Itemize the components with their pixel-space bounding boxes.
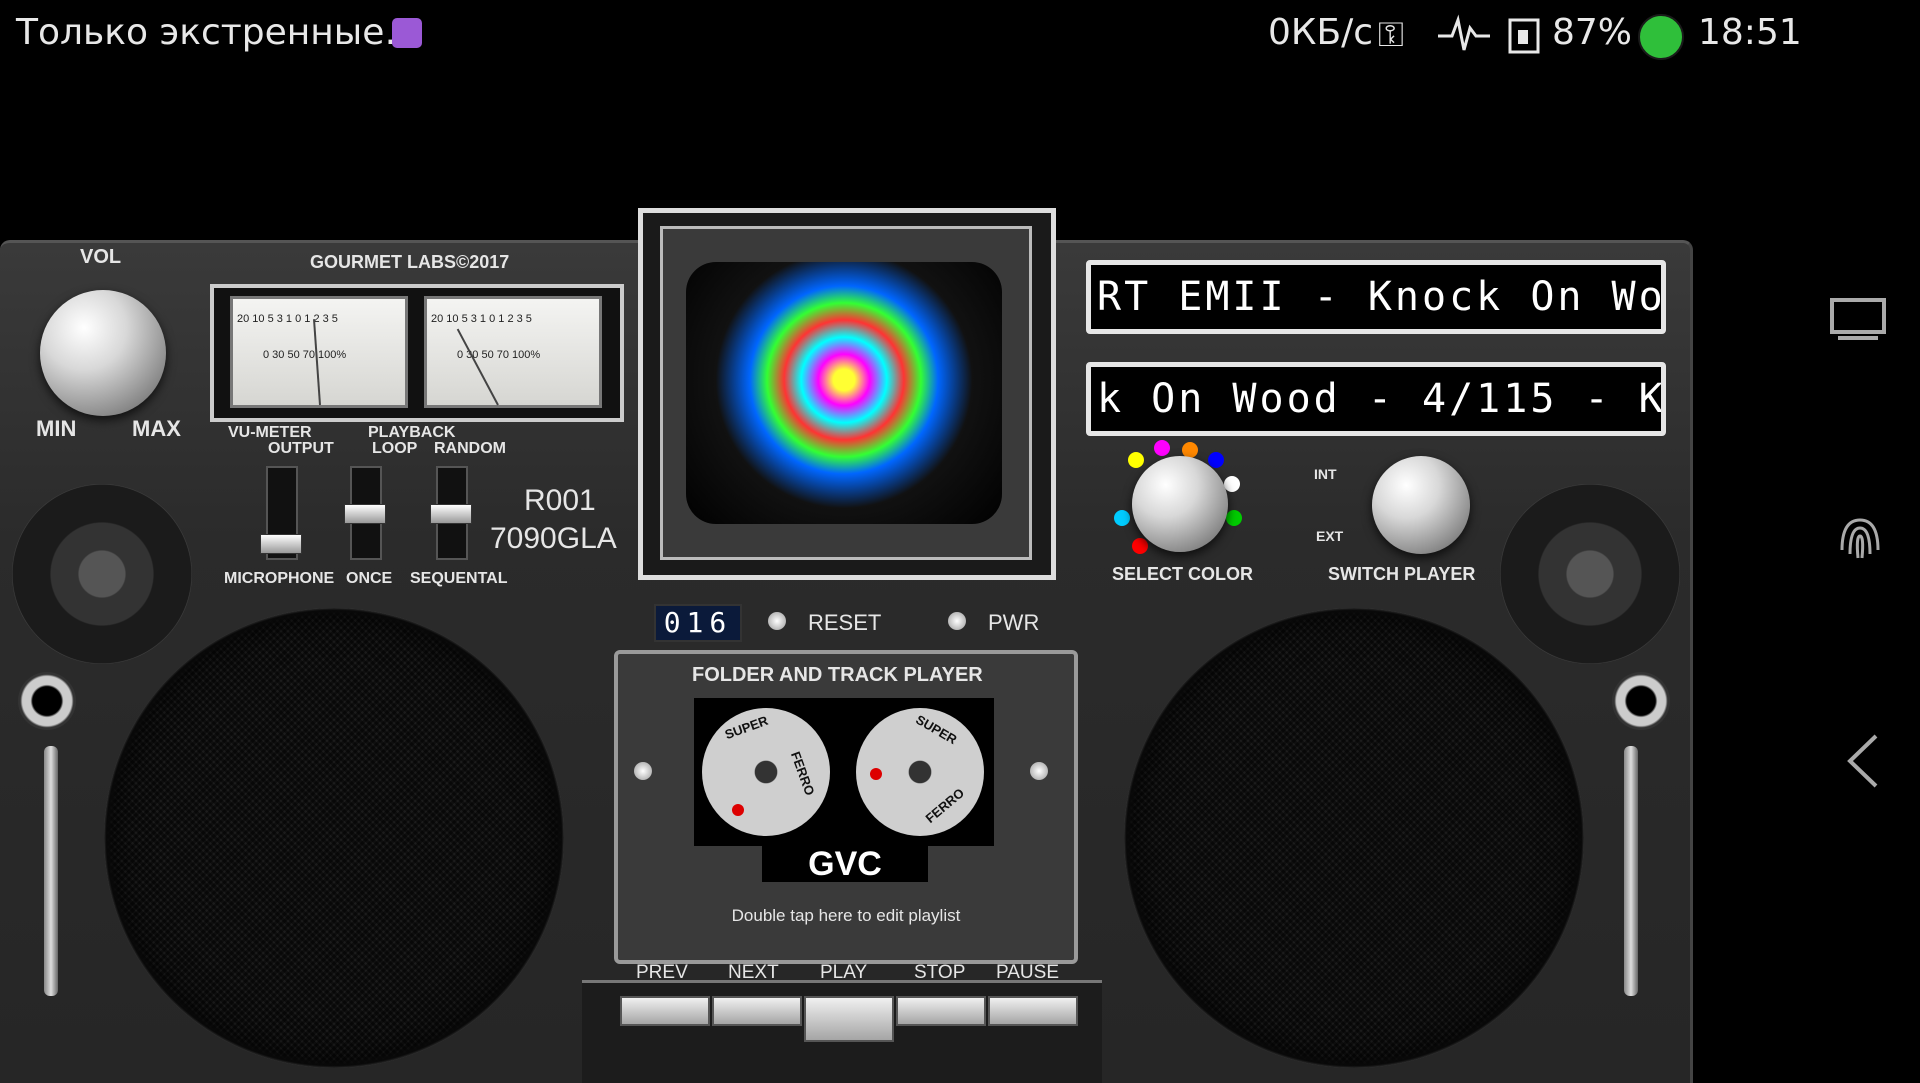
left-reel: SUPER FERRO	[702, 708, 830, 836]
right-reel: SUPER FERRO	[856, 708, 984, 836]
battery-percent: 87%	[1552, 12, 1633, 53]
vu-needle-left	[313, 319, 321, 406]
microphone-label: MICROPHONE	[224, 570, 335, 587]
reel-text-super: SUPER	[913, 711, 960, 748]
vu-meter-left: 20 10 5 3 1 0 1 2 3 5 0 30 50 70 100%	[230, 296, 408, 408]
right-tweeter	[1500, 484, 1680, 664]
output-label: OUTPUT	[268, 440, 334, 457]
brand-label: GOURMET LABS©2017	[310, 252, 510, 272]
photo-icon	[392, 18, 422, 48]
track-counter: 016	[654, 604, 742, 642]
once-label: ONCE	[346, 570, 393, 587]
lcd-line-1: RT EMII - Knock On Worl	[1086, 260, 1666, 334]
int-label: INT	[1314, 466, 1337, 482]
prev-button[interactable]	[620, 996, 710, 1026]
network-speed: 0КБ/с	[1268, 12, 1374, 53]
color-dot[interactable]	[1224, 476, 1240, 492]
color-dot[interactable]	[1132, 538, 1148, 554]
loop-label: LOOP	[372, 440, 418, 457]
pwr-label: PWR	[988, 610, 1040, 635]
switch-player-knob[interactable]	[1372, 456, 1470, 554]
fingerprint-icon[interactable]	[1832, 510, 1888, 570]
key-icon: ⚿	[1378, 16, 1404, 54]
lcd-line-2: k On Wood - 4/115 - Kno	[1086, 362, 1666, 436]
left-handle	[44, 746, 58, 996]
right-handle	[1624, 746, 1638, 996]
cassette-brand: GVC	[762, 846, 928, 882]
min-label: MIN	[36, 416, 77, 441]
pulse-icon	[1438, 14, 1490, 51]
sim-icon	[1508, 18, 1540, 54]
color-dot[interactable]	[1128, 452, 1144, 468]
volume-knob[interactable]	[40, 290, 166, 416]
vu-scale-bottom-left: 0 30 50 70 100%	[263, 349, 347, 361]
switch-player-label: SWITCH PLAYER	[1328, 564, 1476, 584]
color-dot[interactable]	[1208, 452, 1224, 468]
reel-red-dot	[732, 804, 744, 816]
left-woofer	[104, 608, 564, 1068]
reel-text-ferro: FERRO	[787, 749, 818, 798]
battery-dot-icon	[1638, 14, 1684, 60]
random-sequential-slider[interactable]	[430, 466, 472, 560]
ext-label: EXT	[1316, 528, 1344, 544]
slider-thumb[interactable]	[260, 534, 302, 554]
deck-hint[interactable]: Double tap here to edit playlist	[614, 906, 1078, 926]
slider-thumb[interactable]	[344, 504, 386, 524]
status-bar: Только экстренные… 0КБ/с ⚿ 87% 18:51	[0, 0, 1920, 68]
sequential-label: SEQUENTAL	[410, 570, 508, 587]
visualizer-screen[interactable]	[686, 262, 1002, 524]
back-icon[interactable]	[1846, 734, 1880, 788]
vu-scale-top-right: 20 10 5 3 1 0 1 2 3 5	[431, 313, 532, 325]
vol-label: VOL	[80, 246, 122, 268]
random-label: RANDOM	[434, 440, 506, 457]
deck-title: FOLDER AND TRACK PLAYER	[692, 664, 983, 686]
notification-text: Только экстренные…	[16, 12, 421, 53]
deck-screw-left	[634, 762, 652, 780]
model-line1: R001	[524, 484, 596, 517]
model-line2: 7090GLA	[490, 522, 617, 555]
reset-label: RESET	[808, 610, 882, 635]
recent-apps-icon[interactable]	[1828, 296, 1888, 342]
power-button[interactable]	[948, 612, 966, 630]
vu-needle-right	[456, 328, 499, 406]
reel-red-dot	[870, 768, 882, 780]
output-microphone-slider[interactable]	[260, 466, 302, 560]
reel-text-ferro: FERRO	[922, 785, 967, 826]
color-dot[interactable]	[1114, 510, 1130, 526]
vu-meter-right: 20 10 5 3 1 0 1 2 3 5 0 30 50 70 100%	[424, 296, 602, 408]
slider-thumb[interactable]	[430, 504, 472, 524]
select-color-knob[interactable]	[1132, 456, 1228, 552]
stop-button[interactable]	[896, 996, 986, 1026]
vu-scale-top-left: 20 10 5 3 1 0 1 2 3 5	[237, 313, 338, 325]
select-color-label: SELECT COLOR	[1112, 564, 1254, 584]
next-button[interactable]	[712, 996, 802, 1026]
right-jack	[1612, 672, 1670, 730]
loop-once-slider[interactable]	[344, 466, 386, 560]
deck-screw-right	[1030, 762, 1048, 780]
color-dot[interactable]	[1226, 510, 1242, 526]
right-woofer	[1124, 608, 1584, 1068]
play-button[interactable]	[804, 996, 894, 1042]
max-label: MAX	[132, 416, 181, 441]
pause-button[interactable]	[988, 996, 1078, 1026]
clock: 18:51	[1698, 12, 1802, 53]
color-dot[interactable]	[1154, 440, 1170, 456]
left-jack	[18, 672, 76, 730]
reset-button[interactable]	[768, 612, 786, 630]
left-tweeter	[12, 484, 192, 664]
